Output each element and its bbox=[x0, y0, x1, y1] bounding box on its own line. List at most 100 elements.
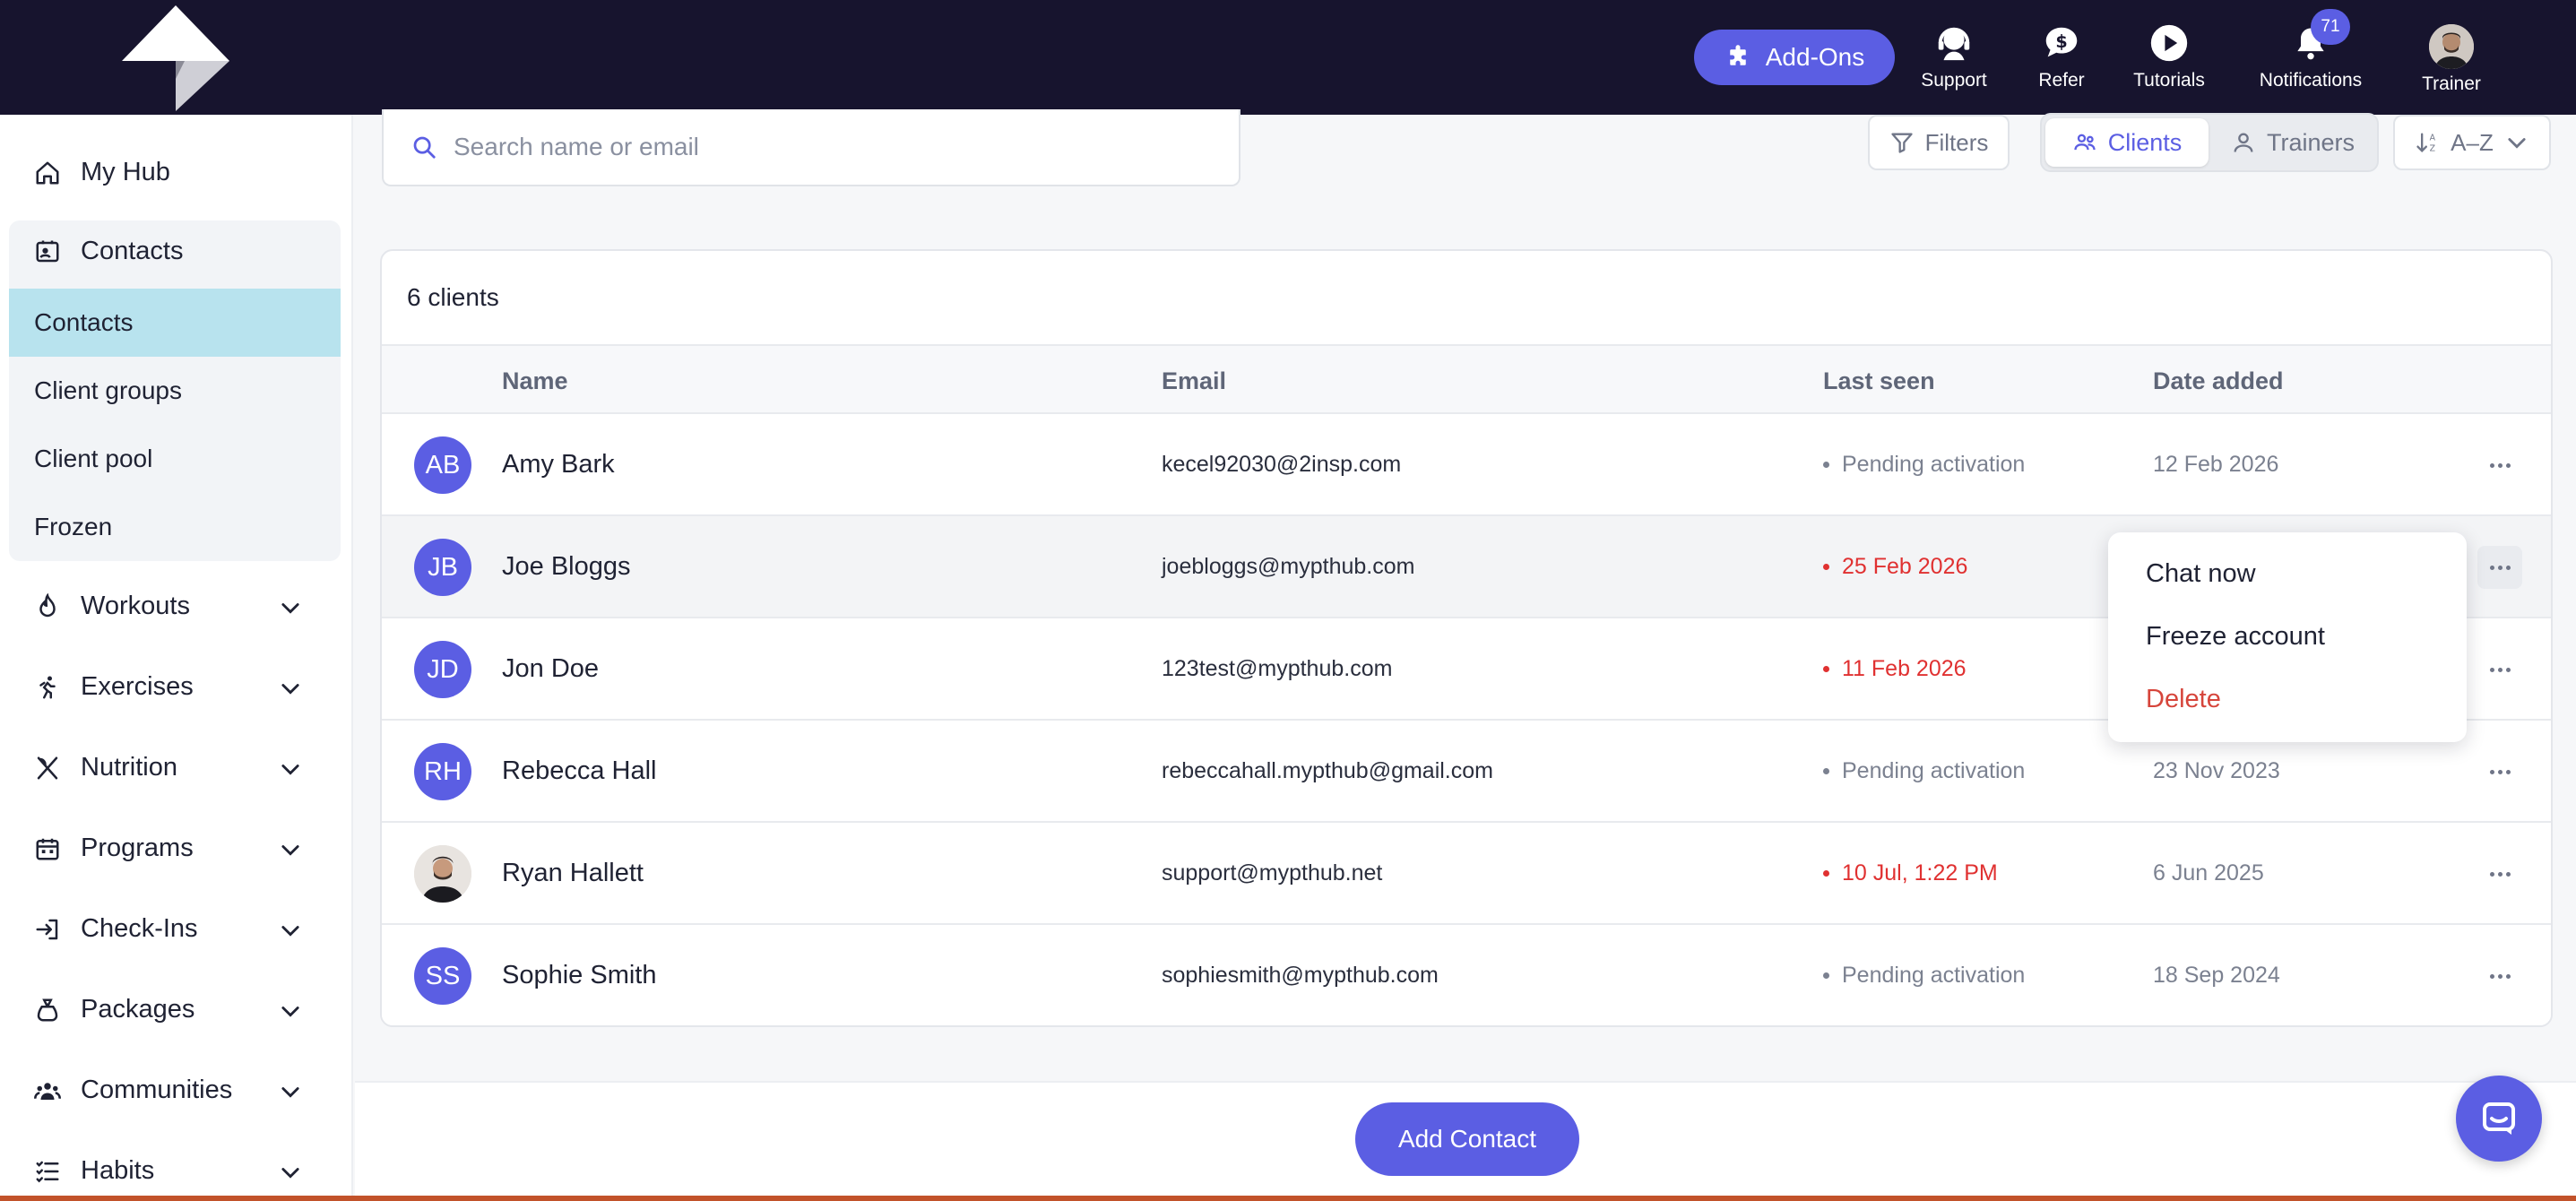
sidebar-item-habits[interactable]: Habits bbox=[34, 1156, 154, 1186]
trainer-avatar bbox=[2429, 24, 2474, 69]
nav-trainer[interactable]: Trainer bbox=[2420, 23, 2483, 109]
tab-clients[interactable]: Clients bbox=[2045, 118, 2209, 167]
search-input[interactable]: Search name or email bbox=[382, 109, 1240, 186]
sidebar-subitem-client-groups[interactable]: Client groups bbox=[9, 357, 341, 425]
column-header-name[interactable]: Name bbox=[502, 367, 568, 395]
client-name[interactable]: Joe Bloggs bbox=[502, 552, 631, 582]
sidebar-subitem-frozen[interactable]: Frozen bbox=[9, 493, 341, 561]
sidebar-subitem-contacts[interactable]: Contacts bbox=[9, 289, 341, 357]
more-options-button[interactable] bbox=[2477, 648, 2522, 691]
chevron-down-icon[interactable] bbox=[278, 676, 303, 701]
sidebar-item-check-ins[interactable]: Check-Ins bbox=[34, 914, 198, 944]
puzzle-icon bbox=[1730, 45, 1746, 65]
tab-trainers[interactable]: Trainers bbox=[2212, 118, 2373, 167]
users-icon bbox=[34, 1082, 61, 1100]
app-logo[interactable] bbox=[120, 2, 231, 113]
avatar: RH bbox=[414, 743, 471, 800]
calendar-icon bbox=[36, 838, 59, 860]
sort-dropdown[interactable]: AZ A–Z bbox=[2393, 115, 2551, 170]
filters-button[interactable]: Filters bbox=[1868, 115, 2010, 170]
filters-label: Filters bbox=[1924, 128, 1989, 156]
more-options-button[interactable] bbox=[2477, 444, 2522, 487]
avatar: JB bbox=[414, 539, 471, 596]
sidebar-item-label: Workouts bbox=[81, 592, 190, 620]
svg-text:Z: Z bbox=[2430, 143, 2435, 153]
users-icon bbox=[2074, 134, 2096, 151]
more-options-button[interactable] bbox=[2477, 955, 2522, 998]
chevron-down-icon bbox=[2508, 138, 2526, 149]
sign-in-icon bbox=[36, 919, 58, 939]
money-bag-icon bbox=[37, 998, 58, 1021]
svg-text:$: $ bbox=[2055, 31, 2067, 52]
last-seen-text: 25 Feb 2026 bbox=[1842, 554, 1968, 579]
last-seen: 11 Feb 2026 bbox=[1823, 656, 1967, 682]
sidebar-item-label: Contacts bbox=[81, 237, 184, 265]
search-placeholder: Search name or email bbox=[454, 133, 699, 160]
chevron-down-icon[interactable] bbox=[278, 998, 303, 1024]
chevron-down-icon[interactable] bbox=[278, 595, 303, 620]
chevron-down-icon[interactable] bbox=[278, 1079, 303, 1104]
sidebar-item-workouts[interactable]: Workouts bbox=[34, 592, 190, 621]
clients-trainers-toggle: Clients Trainers bbox=[2040, 113, 2379, 172]
flame-icon bbox=[39, 592, 56, 617]
client-name[interactable]: Rebecca Hall bbox=[502, 756, 656, 786]
menu-item-delete[interactable]: Delete bbox=[2146, 685, 2221, 714]
client-name[interactable]: Amy Bark bbox=[502, 450, 615, 480]
notifications-badge: 71 bbox=[2311, 9, 2350, 45]
add-ons-button[interactable]: Add-Ons bbox=[1694, 30, 1895, 85]
sidebar-subitem-client-pool[interactable]: Client pool bbox=[9, 425, 341, 493]
chat-launcher-button[interactable] bbox=[2456, 1076, 2542, 1162]
client-name[interactable]: Sophie Smith bbox=[502, 961, 657, 990]
column-header-date-added[interactable]: Date added bbox=[2153, 367, 2284, 395]
sidebar-item-label: Check-Ins bbox=[81, 914, 198, 943]
table-row[interactable]: AB Amy Bark kecel92030@2insp.com Pending… bbox=[382, 414, 2551, 516]
chevron-down-icon[interactable] bbox=[278, 918, 303, 943]
chevron-down-icon[interactable] bbox=[278, 756, 303, 782]
nav-tutorials[interactable]: Tutorials bbox=[2128, 20, 2210, 106]
sidebar-item-packages[interactable]: Packages bbox=[34, 995, 194, 1024]
column-header-last-seen[interactable]: Last seen bbox=[1823, 367, 1935, 395]
nav-refer[interactable]: $ Refer bbox=[2027, 20, 2096, 106]
nav-support[interactable]: Support bbox=[1916, 20, 1992, 106]
status-dot bbox=[1823, 462, 1829, 468]
column-header-email[interactable]: Email bbox=[1162, 367, 1226, 395]
last-seen: Pending activation bbox=[1823, 963, 2025, 989]
sort-icon: AZ bbox=[2416, 133, 2436, 153]
sidebar-item-programs[interactable]: Programs bbox=[34, 834, 194, 863]
last-seen-text: Pending activation bbox=[1842, 963, 2026, 988]
nav-trainer-label: Trainer bbox=[2422, 73, 2481, 94]
status-dot bbox=[1823, 972, 1829, 979]
sidebar-item-my-hub[interactable]: My Hub bbox=[34, 158, 170, 187]
runner-icon bbox=[39, 676, 56, 698]
more-options-button[interactable] bbox=[2477, 750, 2522, 793]
avatar: JD bbox=[414, 641, 471, 698]
chevron-down-icon[interactable] bbox=[278, 837, 303, 862]
table-row[interactable]: SS Sophie Smith sophiesmith@mypthub.com … bbox=[382, 925, 2551, 1025]
status-dot bbox=[1823, 768, 1829, 774]
menu-item-chat-now[interactable]: Chat now bbox=[2146, 559, 2256, 589]
menu-item-freeze-account[interactable]: Freeze account bbox=[2146, 622, 2325, 652]
chat-icon bbox=[2483, 1102, 2515, 1135]
more-options-button[interactable] bbox=[2477, 546, 2522, 589]
client-name[interactable]: Jon Doe bbox=[502, 654, 599, 684]
svg-text:A: A bbox=[2430, 134, 2436, 143]
sidebar-item-exercises[interactable]: Exercises bbox=[34, 672, 194, 702]
sidebar-item-contacts[interactable]: Contacts bbox=[34, 237, 183, 266]
date-added: 18 Sep 2024 bbox=[2153, 963, 2280, 988]
sidebar-item-communities[interactable]: Communities bbox=[34, 1076, 232, 1105]
add-contact-button[interactable]: Add Contact bbox=[1355, 1102, 1579, 1176]
client-name[interactable]: Ryan Hallett bbox=[502, 859, 644, 888]
chevron-down-icon[interactable] bbox=[278, 1160, 303, 1185]
nav-refer-label: Refer bbox=[2038, 70, 2085, 91]
sidebar-item-nutrition[interactable]: Nutrition bbox=[34, 753, 177, 782]
last-seen: 25 Feb 2026 bbox=[1823, 554, 1967, 580]
tab-clients-label: Clients bbox=[2107, 128, 2183, 156]
nav-notifications[interactable]: 71 Notifications bbox=[2253, 9, 2368, 106]
table-row[interactable]: Ryan Hallett support@mypthub.net 10 Jul,… bbox=[382, 823, 2551, 925]
bottom-strip bbox=[0, 1196, 2576, 1201]
more-options-button[interactable] bbox=[2477, 852, 2522, 895]
nav-support-label: Support bbox=[1921, 70, 1987, 91]
filter-icon bbox=[1890, 133, 1913, 153]
sort-label: A–Z bbox=[2451, 128, 2494, 156]
client-email: kecel92030@2insp.com bbox=[1162, 452, 1402, 477]
